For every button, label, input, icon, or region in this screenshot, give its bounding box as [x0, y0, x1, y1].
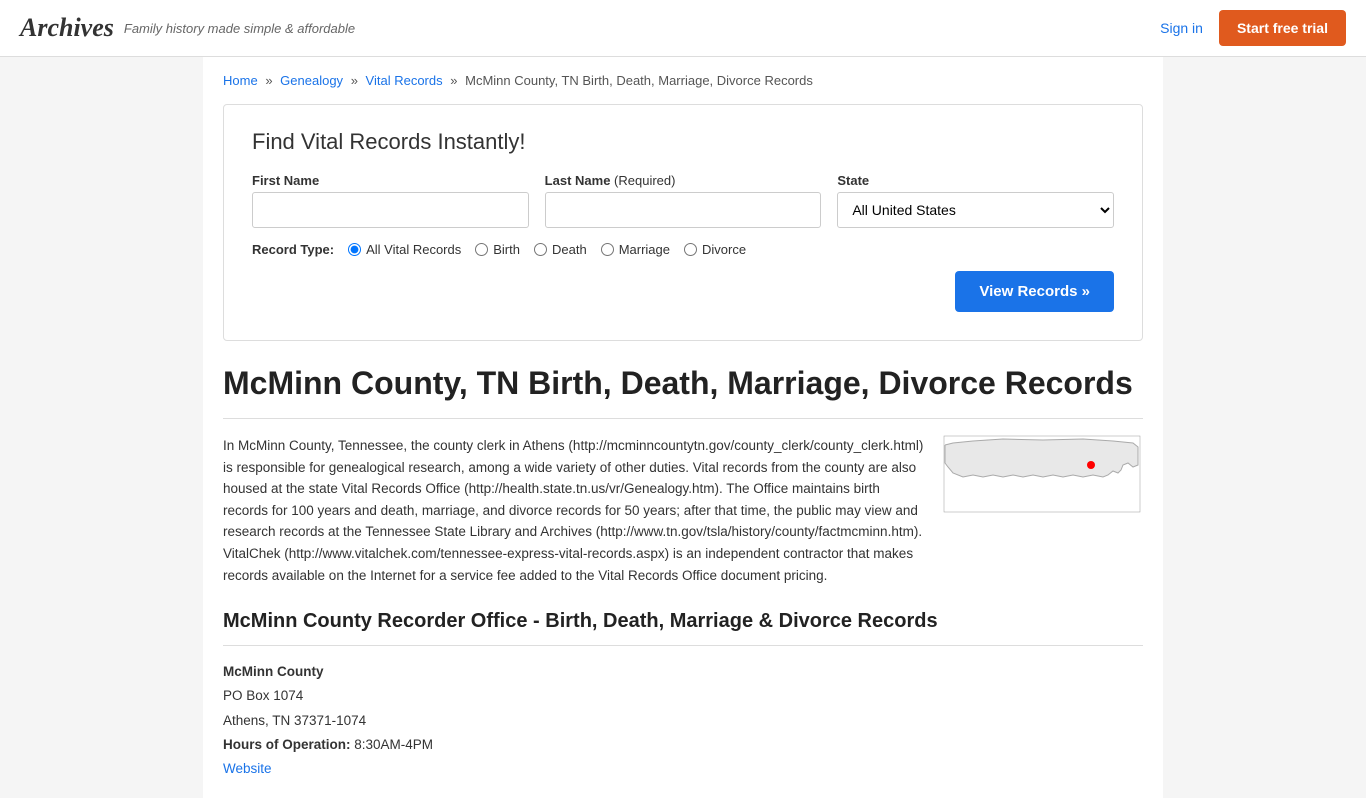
- section-heading: McMinn County Recorder Office - Birth, D…: [223, 610, 1143, 646]
- radio-divorce[interactable]: Divorce: [684, 242, 746, 257]
- state-group: State All United States Alabama Alaska T…: [837, 173, 1114, 228]
- state-select[interactable]: All United States Alabama Alaska Tenness…: [837, 192, 1114, 228]
- hours-label: Hours of Operation:: [223, 737, 351, 752]
- signin-link[interactable]: Sign in: [1160, 20, 1203, 36]
- radio-birth[interactable]: Birth: [475, 242, 520, 257]
- search-fields: First Name Last Name (Required) State Al…: [252, 173, 1114, 228]
- body-text-section: In McMinn County, Tennessee, the county …: [223, 435, 1143, 586]
- radio-group: All Vital Records Birth Death Marriage D…: [348, 242, 746, 257]
- last-name-group: Last Name (Required): [545, 173, 822, 228]
- last-name-label-text: Last Name: [545, 173, 611, 188]
- radio-divorce-label: Divorce: [702, 242, 746, 257]
- search-title: Find Vital Records Instantly!: [252, 129, 1114, 155]
- radio-divorce-input[interactable]: [684, 243, 697, 256]
- header: Archives Family history made simple & af…: [0, 0, 1366, 57]
- header-left: Archives Family history made simple & af…: [20, 13, 355, 43]
- tennessee-map: [943, 435, 1143, 586]
- view-btn-row: View Records »: [252, 271, 1114, 312]
- radio-all-vital[interactable]: All Vital Records: [348, 242, 461, 257]
- hours-value: 8:30AM-4PM: [354, 737, 433, 752]
- last-name-input[interactable]: [545, 192, 822, 228]
- tn-map-svg: [943, 435, 1143, 515]
- breadcrumb-vital-records[interactable]: Vital Records: [366, 73, 443, 88]
- website-link[interactable]: Website: [223, 761, 272, 776]
- first-name-label: First Name: [252, 173, 529, 188]
- record-type-row: Record Type: All Vital Records Birth Dea…: [252, 242, 1114, 257]
- radio-all-vital-label: All Vital Records: [366, 242, 461, 257]
- po-box: PO Box 1074: [223, 684, 1143, 708]
- breadcrumb-sep-1: »: [265, 73, 272, 88]
- radio-birth-label: Birth: [493, 242, 520, 257]
- tagline: Family history made simple & affordable: [124, 21, 355, 36]
- view-records-button[interactable]: View Records »: [955, 271, 1114, 312]
- radio-death-input[interactable]: [534, 243, 547, 256]
- breadcrumb-home[interactable]: Home: [223, 73, 258, 88]
- breadcrumb-genealogy[interactable]: Genealogy: [280, 73, 343, 88]
- county-name: McMinn County: [223, 660, 1143, 684]
- hours-row: Hours of Operation: 8:30AM-4PM: [223, 733, 1143, 757]
- radio-marriage-input[interactable]: [601, 243, 614, 256]
- radio-marriage[interactable]: Marriage: [601, 242, 670, 257]
- breadcrumb: Home » Genealogy » Vital Records » McMin…: [223, 73, 1143, 88]
- breadcrumb-sep-2: »: [351, 73, 358, 88]
- first-name-group: First Name: [252, 173, 529, 228]
- header-right: Sign in Start free trial: [1160, 10, 1346, 46]
- address-block: McMinn County PO Box 1074 Athens, TN 373…: [223, 660, 1143, 781]
- search-box: Find Vital Records Instantly! First Name…: [223, 104, 1143, 341]
- breadcrumb-current: McMinn County, TN Birth, Death, Marriage…: [465, 73, 813, 88]
- main-content: Home » Genealogy » Vital Records » McMin…: [203, 57, 1163, 798]
- radio-death-label: Death: [552, 242, 587, 257]
- state-label: State: [837, 173, 1114, 188]
- page-heading: McMinn County, TN Birth, Death, Marriage…: [223, 365, 1143, 419]
- radio-death[interactable]: Death: [534, 242, 587, 257]
- logo-text: Archives: [20, 13, 114, 42]
- last-name-required: (Required): [610, 173, 675, 188]
- last-name-label: Last Name (Required): [545, 173, 822, 188]
- body-paragraph: In McMinn County, Tennessee, the county …: [223, 435, 927, 586]
- county-marker: [1087, 461, 1095, 469]
- city-state-zip: Athens, TN 37371-1074: [223, 709, 1143, 733]
- website-row: Website: [223, 757, 1143, 781]
- start-trial-button[interactable]: Start free trial: [1219, 10, 1346, 46]
- logo: Archives: [20, 13, 114, 43]
- record-type-label: Record Type:: [252, 242, 334, 257]
- breadcrumb-sep-3: »: [450, 73, 457, 88]
- first-name-input[interactable]: [252, 192, 529, 228]
- radio-marriage-label: Marriage: [619, 242, 670, 257]
- radio-all-vital-input[interactable]: [348, 243, 361, 256]
- radio-birth-input[interactable]: [475, 243, 488, 256]
